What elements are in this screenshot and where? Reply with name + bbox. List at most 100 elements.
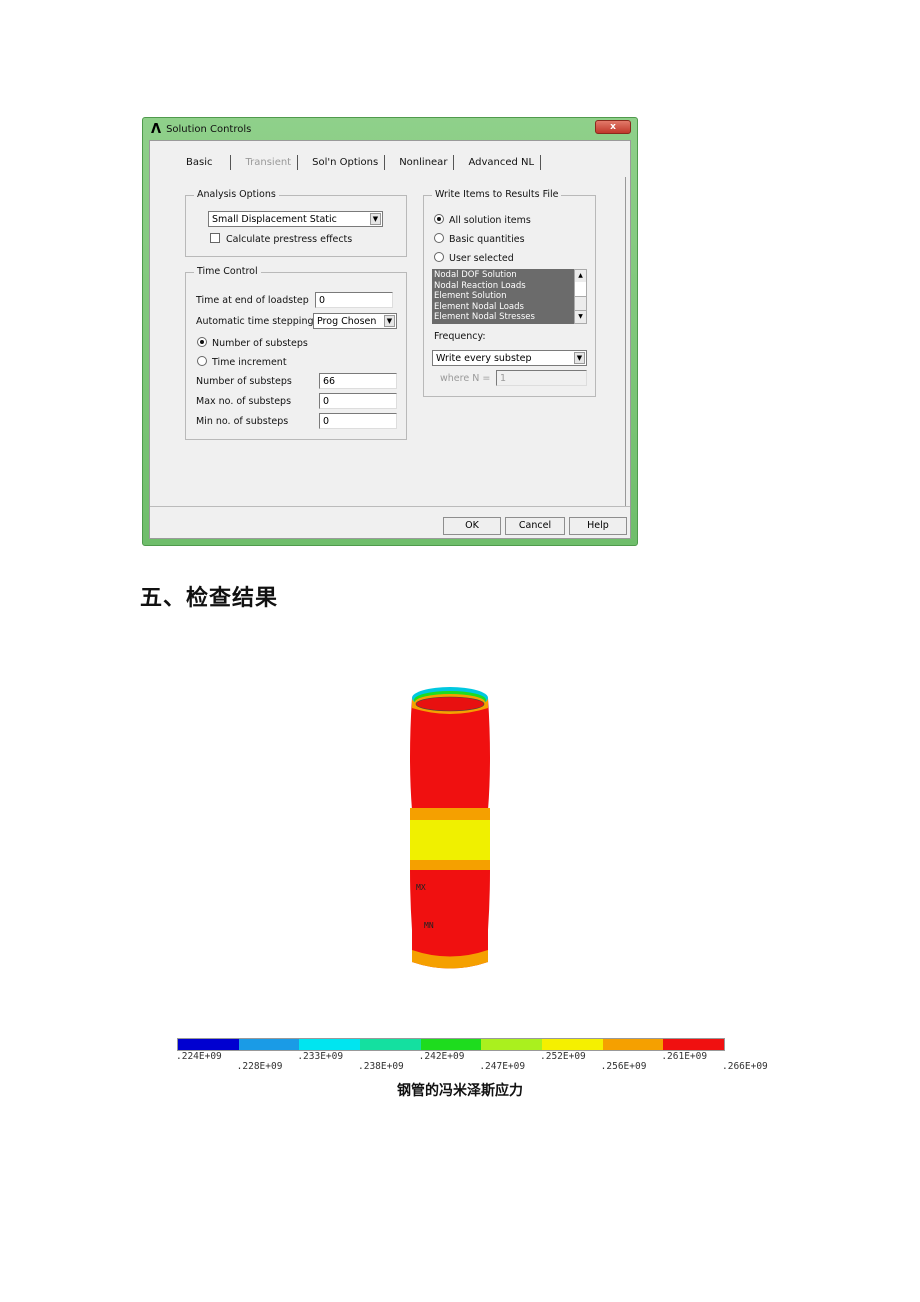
radio-label: User selected	[449, 253, 514, 264]
max-substeps-input[interactable]: 0	[319, 393, 397, 409]
close-icon: x	[610, 122, 616, 132]
ok-button[interactable]: OK	[443, 517, 501, 535]
tab-nonlinear[interactable]: Nonlinear	[393, 155, 455, 170]
write-items-label: Write Items to Results File	[432, 189, 562, 200]
tab-panel-edge	[625, 177, 626, 507]
radio-selected-icon	[434, 214, 444, 224]
radio-label: Basic quantities	[449, 234, 525, 245]
prestress-label: Calculate prestress effects	[226, 234, 353, 245]
where-n-input[interactable]: 1	[496, 370, 587, 386]
solution-controls-dialog: Λ Solution Controls x Basic Transient So…	[142, 117, 638, 546]
legend-tick-label: .228E+09	[236, 1061, 283, 1072]
frequency-select[interactable]: Write every substep ▼	[432, 350, 587, 366]
pipe-inner	[415, 696, 485, 712]
scroll-down-icon[interactable]: ▼	[575, 310, 586, 323]
checkbox-icon	[210, 233, 220, 243]
radio-time-increment[interactable]: Time increment	[197, 356, 287, 368]
legend-tick-label: .266E+09	[722, 1061, 768, 1072]
dropdown-arrow-icon: ▼	[574, 352, 585, 364]
help-button[interactable]: Help	[569, 517, 627, 535]
min-substeps-label: Min no. of substeps	[196, 416, 289, 427]
figure-caption: 钢管的冯米泽斯应力	[397, 1083, 523, 1099]
tab-advanced-nl[interactable]: Advanced NL	[462, 155, 542, 170]
results-items-listbox[interactable]: Nodal DOF Solution Nodal Reaction Loads …	[432, 269, 574, 324]
radio-number-of-substeps[interactable]: Number of substeps	[197, 337, 308, 349]
analysis-options-group: Analysis Options Small Displacement Stat…	[185, 189, 407, 257]
list-item[interactable]: Nodal DOF Solution	[434, 270, 572, 281]
stress-contour-pipe: MX MN	[410, 687, 490, 969]
legend-swatch	[420, 1039, 482, 1050]
radio-substeps-label: Number of substeps	[212, 338, 308, 349]
dropdown-arrow-icon: ▼	[370, 213, 381, 225]
auto-step-select[interactable]: Prog Chosen ▼	[313, 313, 397, 329]
dropdown-arrow-icon: ▼	[384, 315, 395, 327]
divider	[150, 506, 630, 507]
legend-swatch	[178, 1039, 239, 1050]
section-heading: 五、检查结果	[140, 586, 279, 611]
list-item[interactable]: Element Nodal Loads	[434, 302, 572, 313]
legend-tick-label: .233E+09	[297, 1051, 344, 1062]
legend-tick-label: .261E+09	[661, 1051, 708, 1062]
analysis-options-label: Analysis Options	[194, 189, 279, 200]
radio-user-selected[interactable]: User selected	[434, 252, 514, 264]
time-end-label: Time at end of loadstep	[196, 295, 309, 306]
contour-legend-bar	[177, 1038, 725, 1051]
auto-step-label: Automatic time stepping	[196, 316, 314, 327]
pipe-body	[410, 687, 490, 969]
radio-icon	[434, 252, 444, 262]
auto-step-value: Prog Chosen	[317, 316, 377, 327]
num-substeps-label: Number of substeps	[196, 376, 292, 387]
legend-swatch	[238, 1039, 300, 1050]
max-substeps-label: Max no. of substeps	[196, 396, 292, 407]
legend-tick-label: .247E+09	[479, 1061, 526, 1072]
radio-icon	[434, 233, 444, 243]
legend-tick-label: .252E+09	[540, 1051, 586, 1062]
legend-tick-label: .256E+09	[600, 1061, 647, 1072]
tab-soln-options[interactable]: Sol'n Options	[306, 155, 386, 170]
legend-tick-label: .242E+09	[418, 1051, 465, 1062]
dialog-titlebar[interactable]: Λ Solution Controls	[151, 122, 251, 137]
prestress-checkbox[interactable]: Calculate prestress effects	[210, 233, 352, 245]
scroll-thumb[interactable]	[575, 282, 586, 297]
frequency-value: Write every substep	[436, 353, 532, 364]
legend-swatch	[542, 1039, 603, 1050]
tab-basic[interactable]: Basic	[180, 155, 232, 170]
listbox-scrollbar[interactable]: ▲ ▼	[574, 269, 587, 324]
legend-swatch	[481, 1039, 543, 1050]
frequency-label: Frequency:	[434, 331, 486, 342]
radio-basic-quantities[interactable]: Basic quantities	[434, 233, 525, 245]
time-control-label: Time Control	[194, 266, 261, 277]
analysis-type-value: Small Displacement Static	[212, 214, 337, 225]
tab-bar: Basic Transient Sol'n Options Nonlinear …	[180, 155, 549, 170]
time-control-group: Time Control Time at end of loadstep 0 A…	[185, 266, 407, 440]
num-substeps-input[interactable]: 66	[319, 373, 397, 389]
legend-swatch	[360, 1039, 421, 1050]
min-substeps-input[interactable]: 0	[319, 413, 397, 429]
close-button[interactable]: x	[595, 120, 631, 134]
write-items-group: Write Items to Results File All solution…	[423, 189, 596, 397]
pipe-yellow-band	[410, 820, 490, 860]
radio-icon	[197, 356, 207, 366]
ansys-logo-icon: Λ	[151, 122, 162, 137]
time-end-input[interactable]: 0	[315, 292, 393, 308]
max-label: MX	[416, 883, 426, 892]
list-item[interactable]: Element Solution	[434, 291, 572, 302]
radio-time-inc-label: Time increment	[212, 357, 287, 368]
legend-swatch	[663, 1039, 725, 1050]
list-item[interactable]: Nodal Reaction Loads	[434, 281, 572, 292]
analysis-type-select[interactable]: Small Displacement Static ▼	[208, 211, 383, 227]
min-label: MN	[424, 921, 434, 930]
radio-selected-icon	[197, 337, 207, 347]
where-n-label: where N =	[440, 373, 491, 384]
cancel-button[interactable]: Cancel	[505, 517, 565, 535]
legend-swatch	[602, 1039, 664, 1050]
list-item[interactable]: Element Nodal Stresses	[434, 312, 572, 323]
dialog-client-area: Basic Transient Sol'n Options Nonlinear …	[149, 140, 631, 539]
tab-transient[interactable]: Transient	[239, 155, 299, 170]
radio-all-solution-items[interactable]: All solution items	[434, 214, 531, 226]
legend-swatch	[299, 1039, 361, 1050]
legend-tick-label: .238E+09	[358, 1061, 404, 1072]
dialog-title: Solution Controls	[166, 124, 252, 135]
radio-label: All solution items	[449, 215, 531, 226]
legend-tick-label: .224E+09	[176, 1051, 222, 1062]
